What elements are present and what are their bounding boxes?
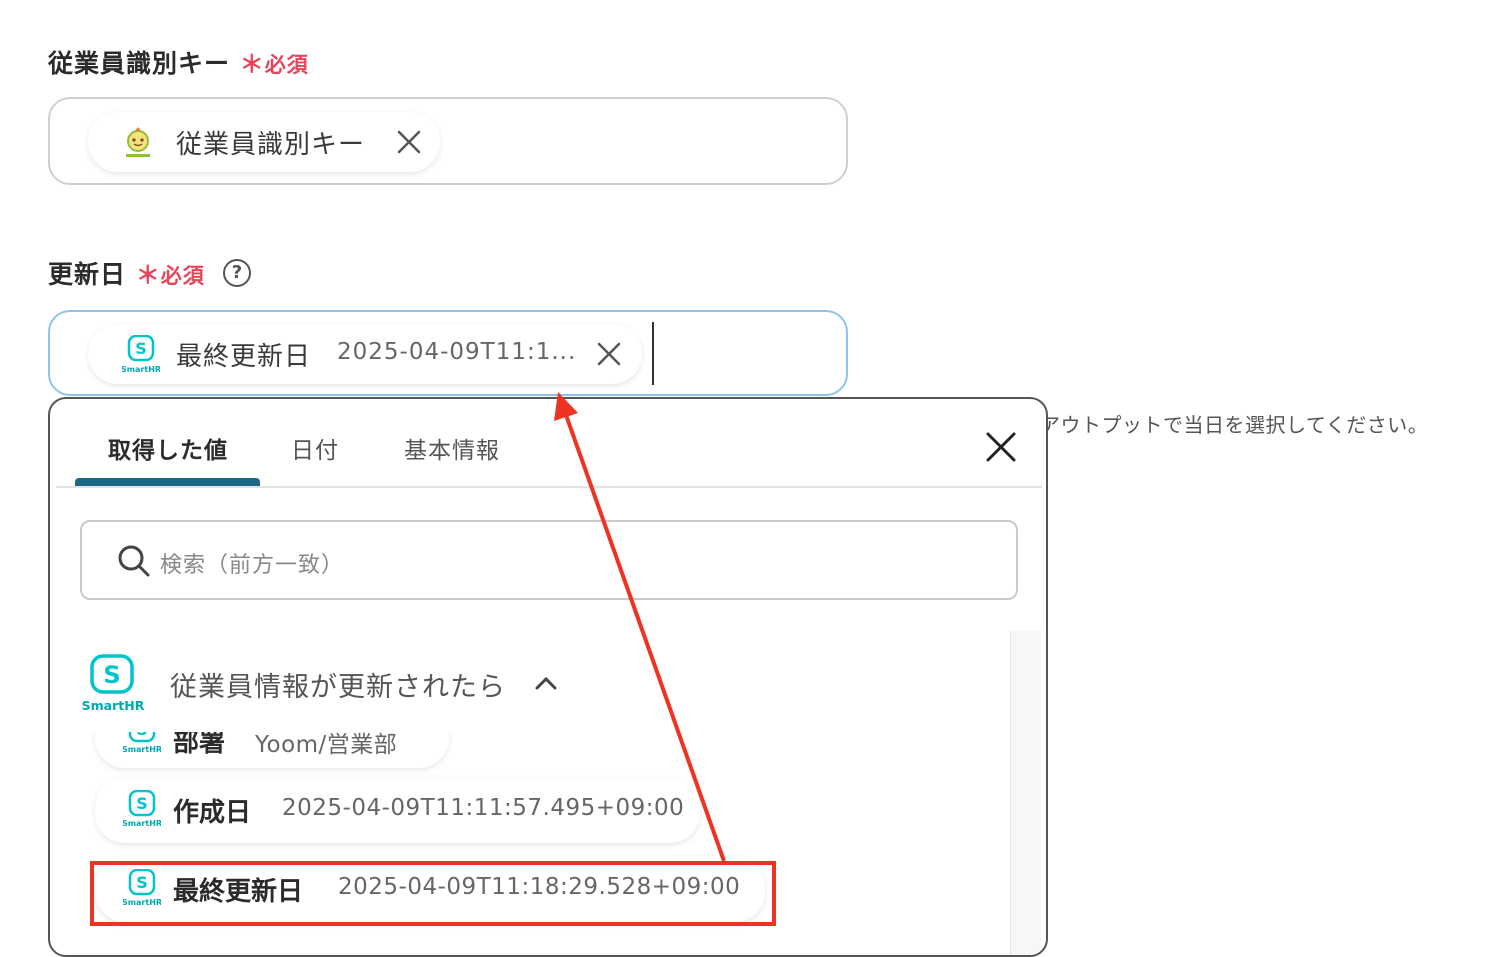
annotation-arrow-icon (554, 392, 726, 862)
